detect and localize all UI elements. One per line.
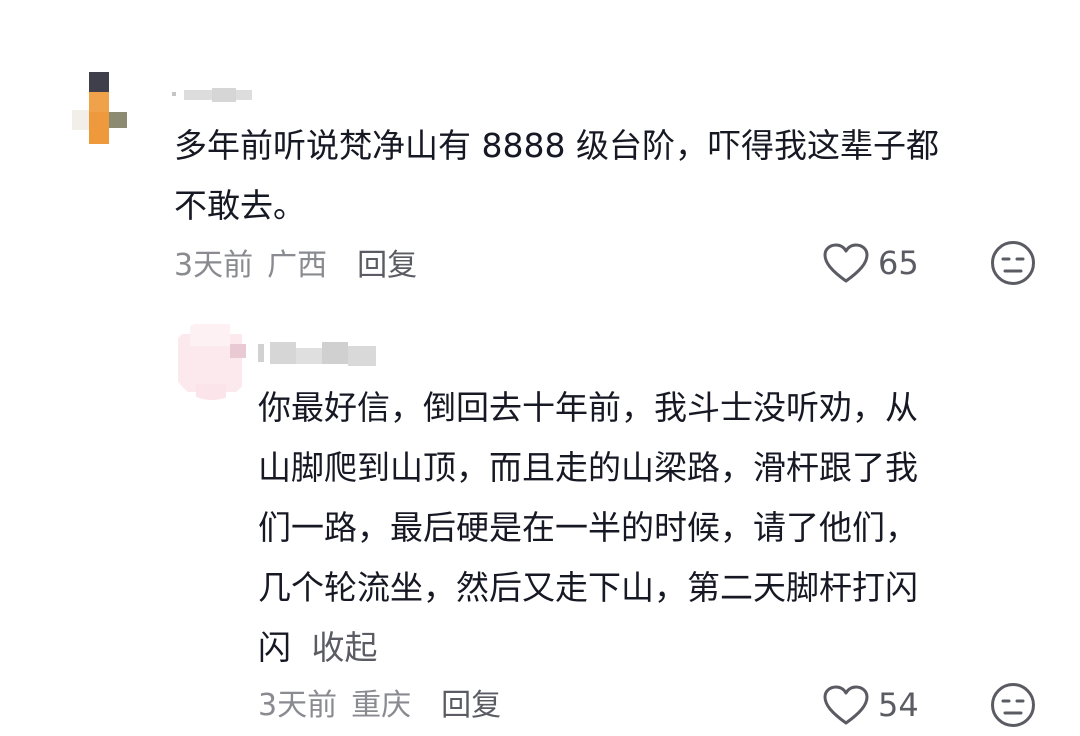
comment-time: 3天前 bbox=[174, 248, 254, 283]
comment-text-line: 不敢去。 bbox=[174, 186, 306, 225]
reply-text-line: 你最好信，倒回去十年前，我斗士没听劝，从 bbox=[258, 388, 918, 427]
like-count: 65 bbox=[878, 244, 919, 282]
heart-outline-icon[interactable] bbox=[822, 242, 870, 284]
reply-text-line: 闪 bbox=[258, 628, 291, 667]
comment-text-line: 多年前听说梵净山有 8888 级台阶，吓得我这辈子都 bbox=[174, 126, 939, 165]
reply-button[interactable]: 回复 bbox=[441, 680, 501, 724]
username[interactable] bbox=[258, 342, 378, 366]
comment-region: 广西 bbox=[267, 248, 328, 283]
meh-face-icon[interactable] bbox=[990, 682, 1036, 728]
reply-item: 你最好信，倒回去十年前，我斗士没听劝，从 山脚爬到山顶，而且走的山梁路，滑杆跟了… bbox=[0, 300, 1080, 736]
reply-region: 重庆 bbox=[351, 688, 412, 723]
reply-text-line: 山脚爬到山顶，而且走的山梁路，滑杆跟了我 bbox=[258, 448, 918, 487]
reply-meta: 3天前 重庆 回复 bbox=[258, 680, 501, 724]
like-count: 54 bbox=[878, 686, 919, 724]
heart-outline-icon[interactable] bbox=[822, 684, 870, 726]
reply-text-line: 几个轮流坐，然后又走下山，第二天脚杆打闪 bbox=[258, 568, 918, 607]
reply-text: 你最好信，倒回去十年前，我斗士没听劝，从 山脚爬到山顶，而且走的山梁路，滑杆跟了… bbox=[258, 378, 1058, 678]
comment-item: 多年前听说梵净山有 8888 级台阶，吓得我这辈子都 不敢去。 3天前 广西 回… bbox=[0, 0, 1080, 300]
reply-text-line-last: 闪 收起 bbox=[258, 618, 1058, 678]
username[interactable] bbox=[172, 88, 252, 108]
meh-face-icon[interactable] bbox=[990, 240, 1036, 286]
collapse-button[interactable]: 收起 bbox=[312, 628, 378, 667]
reply-button[interactable]: 回复 bbox=[357, 240, 417, 284]
avatar[interactable] bbox=[172, 320, 252, 400]
reply-time: 3天前 bbox=[258, 688, 338, 723]
comment-text: 多年前听说梵净山有 8888 级台阶，吓得我这辈子都 不敢去。 bbox=[174, 116, 1054, 236]
comment-meta: 3天前 广西 回复 bbox=[174, 240, 417, 284]
avatar[interactable] bbox=[44, 62, 144, 162]
reply-text-line: 们一路，最后硬是在一半的时候，请了他们， bbox=[258, 508, 918, 547]
